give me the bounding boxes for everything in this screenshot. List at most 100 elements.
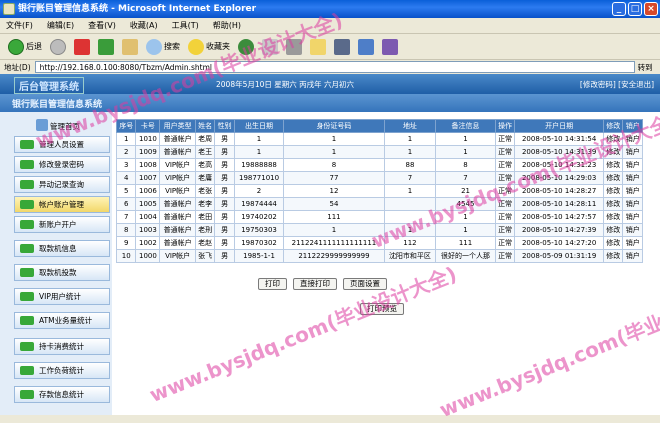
accounts-table: 序号 卡号 用户类型 姓名 性别 出生日期 身份证号码 地址 备注信息 操作 开…	[115, 119, 643, 263]
close-account-link[interactable]: 销户	[622, 171, 643, 185]
table-cell-address: 1	[383, 223, 437, 237]
header-links[interactable]: [修改密码] [安全退出]	[580, 79, 654, 90]
favorites-button[interactable]: 收藏夹	[186, 37, 232, 57]
table-cell-id: 1	[283, 132, 385, 146]
table-cell-address: 1	[383, 132, 437, 146]
table-row: 9 1002 普通帐户 老赵男 19870302 2112241111111111111 1…	[115, 236, 643, 250]
menu-edit[interactable]: 编辑(E)	[47, 20, 74, 31]
table-cell-open-date: 2008-05-09 01:31:19	[514, 249, 604, 263]
sidebar-item-change-log[interactable]: 异动记录查询	[14, 176, 110, 193]
close-account-link[interactable]: 销户	[622, 184, 643, 198]
edit-link[interactable]: 修改	[602, 184, 624, 198]
tool-button-2[interactable]	[356, 37, 376, 57]
page-setup-button[interactable]: 页面设置	[343, 278, 387, 290]
mail-button[interactable]	[260, 37, 280, 57]
sidebar-item-vip-stats[interactable]: VIP用户统计	[14, 288, 110, 305]
sidebar-item-account-management[interactable]: 帐户账户管理	[14, 196, 110, 213]
edit-link[interactable]: 修改	[602, 171, 624, 185]
table-cell-address	[383, 197, 437, 211]
menu-view[interactable]: 查看(V)	[88, 20, 116, 31]
stop-button[interactable]	[72, 37, 92, 57]
table-cell-remark: 1	[435, 210, 496, 224]
table-cell-type: 普通帐户	[159, 132, 196, 146]
print-toolbar-button[interactable]	[284, 37, 304, 57]
close-button[interactable]: ×	[644, 2, 658, 16]
table-cell-address: 112	[383, 236, 437, 250]
sidebar-item-change-password[interactable]: 修改登录密码	[14, 156, 110, 173]
address-input[interactable]: http://192.168.0.100:8080/Tbzm/Admin.sht…	[34, 61, 635, 73]
table-cell-index: 4	[115, 171, 137, 185]
close-account-link[interactable]: 销户	[622, 223, 643, 237]
table-cell-gender: 男	[214, 145, 235, 159]
edit-link[interactable]: 修改	[602, 249, 624, 263]
folder-button[interactable]	[308, 37, 328, 57]
edit-link[interactable]: 修改	[602, 210, 624, 224]
table-row: 6 1005 普通帐户 老李男 19874444 54 4545 正常 2008-05-10 1…	[115, 197, 643, 211]
table-cell-index: 9	[115, 236, 137, 250]
close-account-link[interactable]: 销户	[622, 158, 643, 172]
table-row: 8 1003 普通帐户 老刑男 19750303 1 1 1 正常 2008-05-10 14:2…	[115, 223, 643, 237]
table-cell-remark: 1	[435, 132, 496, 146]
direct-print-button[interactable]: 直接打印	[293, 278, 337, 290]
edit-link[interactable]: 修改	[602, 132, 624, 146]
edit-link[interactable]: 修改	[602, 145, 624, 159]
sidebar-item-workload-stats[interactable]: 工作负荷统计	[14, 362, 110, 379]
close-account-link[interactable]: 销户	[622, 236, 643, 250]
print-preview-button[interactable]: 打印预览	[360, 303, 404, 315]
close-account-link[interactable]: 销户	[622, 145, 643, 159]
table-cell-remark: 111	[435, 236, 496, 250]
menu-favorites[interactable]: 收藏(A)	[130, 20, 158, 31]
table-cell-remark: 8	[435, 158, 496, 172]
sidebar-item-card-stats[interactable]: 持卡消费统计	[14, 338, 110, 355]
menu-help[interactable]: 帮助(H)	[213, 20, 241, 31]
table-cell-type: 普通帐户	[159, 236, 196, 250]
address-label: 地址(D)	[4, 62, 31, 72]
print-button[interactable]: 打印	[258, 278, 287, 290]
go-button[interactable]: 转到	[638, 62, 653, 73]
sidebar-item-deposit-stats[interactable]: 存款信息统计	[14, 386, 110, 403]
close-account-link[interactable]: 销户	[622, 210, 643, 224]
arrow-icon	[20, 220, 34, 229]
sidebar-home[interactable]: 管理首页	[0, 118, 112, 132]
table-cell-index: 7	[115, 210, 137, 224]
table-row: 7 1004 普通帐户 老田男 19740202 111 1 正常 2008-05-10 14:…	[115, 210, 643, 224]
refresh-button[interactable]	[96, 37, 116, 57]
back-button[interactable]: 后退	[6, 37, 44, 57]
main-content: 序号 卡号 用户类型 姓名 性别 出生日期 身份证号码 地址 备注信息 操作 开…	[115, 119, 656, 263]
close-account-link[interactable]: 销户	[622, 197, 643, 211]
close-account-link[interactable]: 销户	[622, 132, 643, 146]
col-header: 地址	[383, 119, 437, 133]
sidebar-item-open-account[interactable]: 新账户开户	[14, 216, 110, 233]
close-account-link[interactable]: 销户	[622, 249, 643, 263]
search-button[interactable]: 搜索	[144, 37, 182, 57]
maximize-button[interactable]: □	[628, 2, 642, 16]
sidebar-item-admin-settings[interactable]: 管理人员设置	[14, 136, 110, 153]
tool-button-3[interactable]	[380, 37, 400, 57]
ie-icon	[3, 3, 15, 15]
table-cell-remark: 21	[435, 184, 496, 198]
window-title: 银行账目管理信息系统 - Microsoft Internet Explorer	[18, 4, 257, 14]
minimize-button[interactable]: _	[612, 2, 626, 16]
menu-tools[interactable]: 工具(T)	[172, 20, 199, 31]
edit-link[interactable]: 修改	[602, 236, 624, 250]
table-cell-address: 1	[383, 145, 437, 159]
home-button[interactable]	[120, 37, 140, 57]
forward-button[interactable]	[48, 37, 68, 57]
back-arrow-icon	[8, 38, 24, 55]
sidebar-item-atm-deposit[interactable]: 取款机投款	[14, 264, 110, 281]
star-icon	[188, 38, 204, 55]
table-cell-birth: 2	[233, 184, 285, 198]
menu-file[interactable]: 文件(F)	[6, 20, 33, 31]
tool-button-1[interactable]	[332, 37, 352, 57]
table-cell-gender: 男	[214, 249, 235, 263]
table-cell-index: 2	[115, 145, 137, 159]
edit-link[interactable]: 修改	[602, 158, 624, 172]
sidebar-item-atm-stats[interactable]: ATM业务量统计	[14, 312, 110, 329]
folder-icon	[310, 38, 326, 55]
table-cell-status: 正常	[494, 223, 516, 237]
print-buttons: 打印 直接打印 页面设置	[258, 278, 387, 290]
history-button[interactable]	[236, 37, 256, 57]
edit-link[interactable]: 修改	[602, 197, 624, 211]
edit-link[interactable]: 修改	[602, 223, 624, 237]
sidebar-item-atm-info[interactable]: 取款机信息	[14, 240, 110, 257]
